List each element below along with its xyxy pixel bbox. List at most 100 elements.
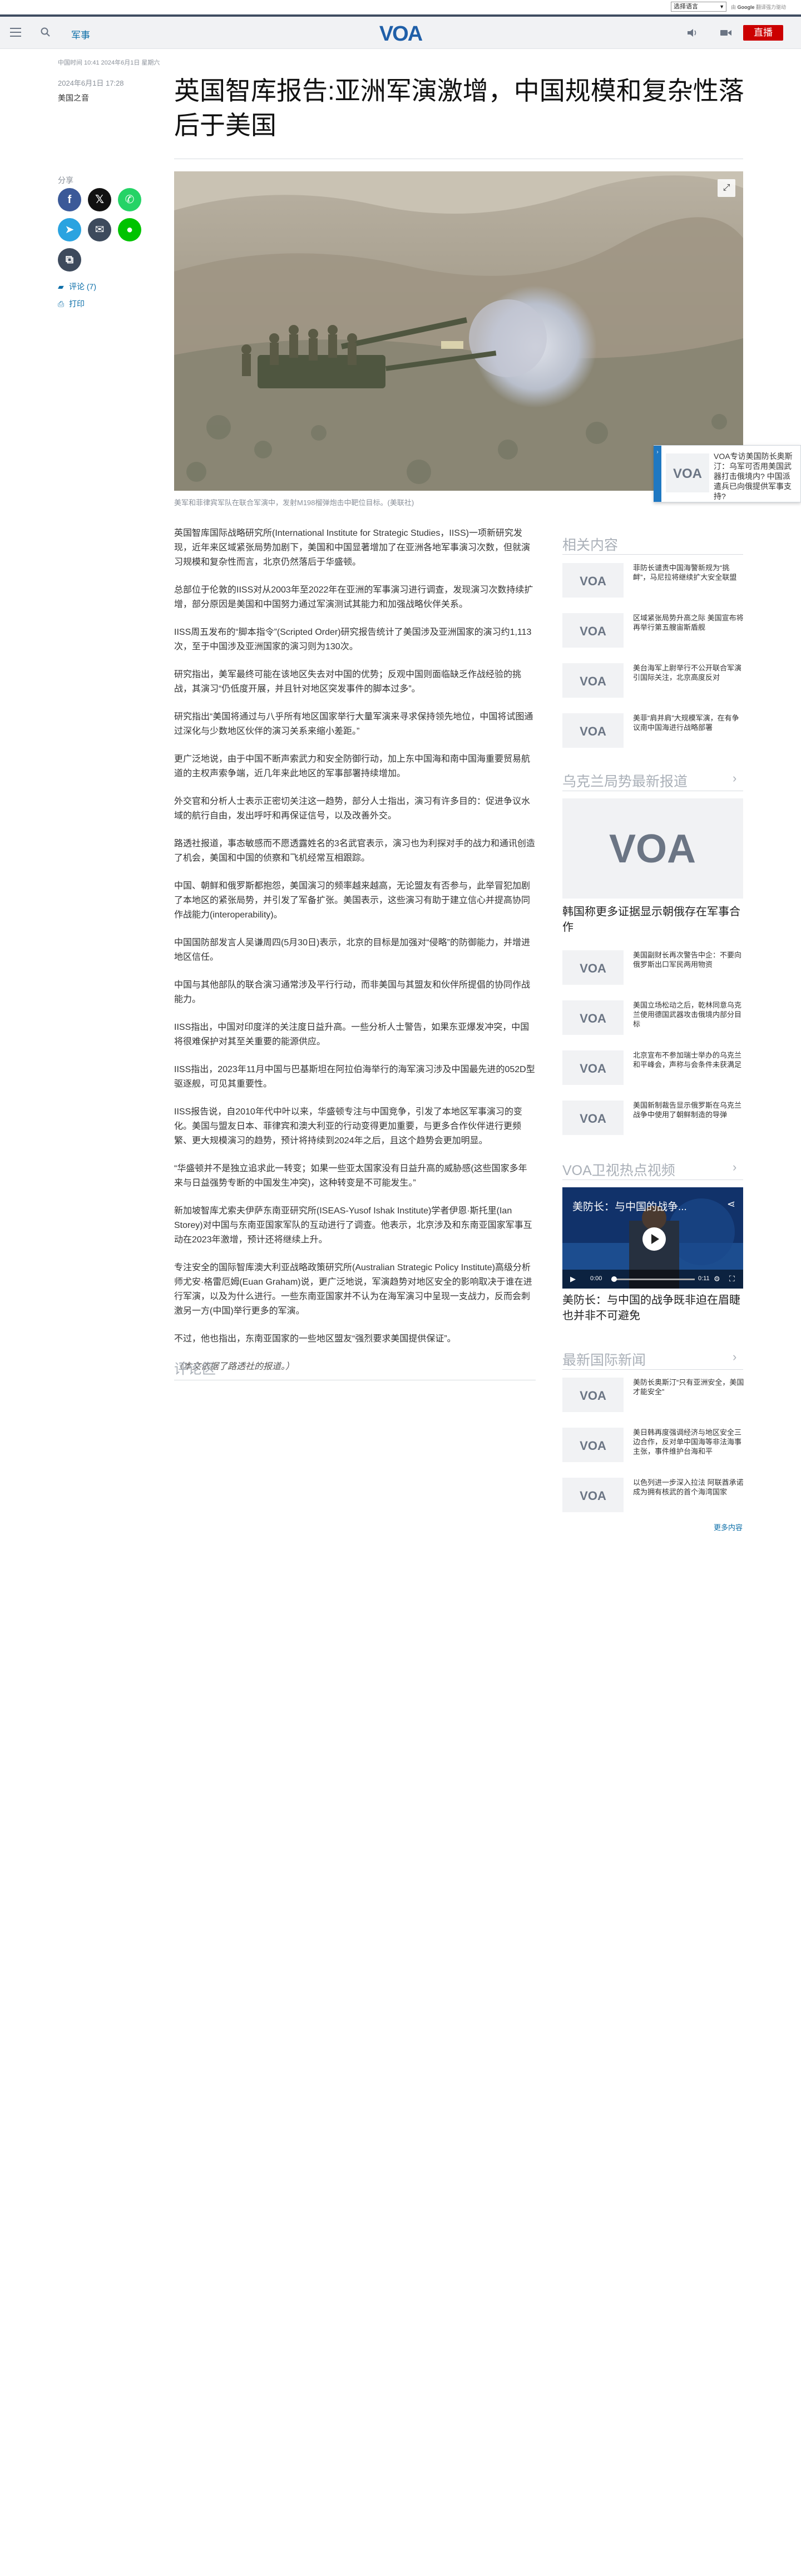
more-link[interactable]: 更多内容 — [714, 1522, 743, 1532]
list-item[interactable]: VOA 北京宣布不参加瑞士举办的乌克兰和平峰会，声称与会条件未获满足 — [562, 1050, 743, 1089]
list-item[interactable]: VOA 美日韩再度强调经济与地区安全三边合作，反对单中国海等非法海事主张，事件维护… — [562, 1428, 743, 1467]
svg-text:VOA: VOA — [580, 674, 606, 688]
line-icon[interactable]: ● — [118, 218, 141, 241]
comment-icon: ▰ — [58, 282, 64, 291]
share-label: 分享 — [58, 176, 73, 185]
list-item[interactable]: VOA 菲防长谴责中国海警新规为“挑衅”，马尼拉将继续扩大安全联盟 — [562, 563, 743, 602]
article-title: 英国智库报告:亚洲军演激增，中国规模和复杂性落后于美国 — [174, 76, 744, 140]
powered-brand[interactable]: Google — [738, 4, 755, 10]
list-item-title: 美国副财长再次警告中企：不要向俄罗斯出口军民两用物资 — [633, 951, 742, 969]
comments-heading: 评论区 — [174, 1361, 216, 1377]
list-item[interactable]: VOA 美国立场松动之后，乾林同意乌克兰使用德国武器攻击俄境内部分目标 — [562, 1000, 743, 1039]
ukraine-heading[interactable]: 乌克兰局势最新报道 — [562, 771, 688, 791]
live-button[interactable]: 直播 — [743, 25, 783, 41]
article-paragraph: 更广泛地说，由于中国不断声索武力和安全防御行动，加上东中国海和南中国海重要贸易航… — [174, 754, 531, 778]
voa-logo[interactable]: VOA — [372, 22, 429, 45]
x-icon[interactable]: 𝕏 — [88, 188, 111, 211]
section-link[interactable]: 军事 — [71, 27, 90, 41]
site-header: 军事 VOA 直播 — [0, 17, 801, 49]
settings-icon[interactable]: ⚙ — [714, 1275, 720, 1284]
thumbnail-logo: VOA — [562, 1378, 624, 1412]
video-time-current: 0:00 — [590, 1275, 602, 1282]
video-progress-slider[interactable] — [611, 1276, 695, 1282]
whatsapp-icon[interactable]: ✆ — [118, 188, 141, 211]
article-paragraph: IISS报告说，自2010年代中叶以来，华盛顿专注与中国竞争，引发了本地区军事演… — [174, 1107, 522, 1146]
print-link[interactable]: ⎙ 打印 — [58, 298, 85, 309]
list-item-title: 区域紧张局势升高之际 美国宣布将再举行第五艘宙斯盾舰 — [633, 614, 744, 631]
audio-icon[interactable] — [686, 28, 699, 38]
thumbnail-logo: VOA — [562, 950, 624, 985]
video-heading[interactable]: VOA卫视热点视频 — [562, 1159, 675, 1180]
article-paragraph: IISS周五发布的“脚本指令”(Scripted Order)研究报告统计了美国… — [174, 628, 532, 652]
comments-link[interactable]: ▰ 评论 (7) — [58, 281, 96, 292]
article-paragraph: IISS指出，中国对印度洋的关注度日益升高。一些分析人士警告，如果东亚爆发冲突，… — [174, 1023, 530, 1047]
video-camera-icon[interactable] — [720, 28, 732, 37]
email-icon[interactable]: ✉ — [88, 218, 111, 241]
expand-icon[interactable]: ⤢ — [718, 179, 735, 197]
video-title[interactable]: 美防长：与中国的战争既非迫在眉睫也并非不可避免 — [562, 1292, 743, 1324]
article-paragraph: 研究指出，美军最终可能在该地区失去对中国的优势；反观中国则面临缺乏作战经验的挑战… — [174, 670, 522, 694]
local-time: 中国时间 10:41 2024年6月1日 星期六 — [58, 60, 160, 66]
video-time-total: 0:11 — [698, 1275, 710, 1282]
divider — [562, 1369, 743, 1370]
list-item-title: 美防长奥斯汀“只有亚洲安全，美国才能安全” — [633, 1378, 744, 1396]
thumbnail-logo: VOA — [562, 1428, 624, 1462]
list-item[interactable]: VOA 美国新制裁告显示俄罗斯在乌克兰战争中使用了朝鲜制造的导弹 — [562, 1101, 743, 1139]
article-paragraph: 不过，他也指出，东南亚国家的一些地区盟友“强烈要求美国提供保证”。 — [174, 1334, 456, 1344]
article-paragraph: 中国、朝鲜和俄罗斯都抱怨，美国演习的频率越来越高，无论盟友有否参与，此举冒犯加剧… — [174, 881, 531, 920]
article-paragraph: 中国国防部发言人吴谦周四(5月30日)表示，北京的目标是加强对“侵略”的防御能力… — [174, 938, 531, 962]
play-icon[interactable] — [642, 1227, 666, 1251]
chevron-right-icon[interactable]: › — [654, 446, 661, 502]
list-item[interactable]: VOA 区域紧张局势升高之际 美国宣布将再举行第五艘宙斯盾舰 — [562, 613, 744, 652]
thumbnail-logo: VOA — [562, 1000, 624, 1035]
article-paragraph: 总部位于伦敦的IISS对从2003年至2022年在亚洲的军事演习进行调查，发现演… — [174, 585, 533, 609]
list-item-title: 美日韩再度强调经济与地区安全三边合作，反对单中国海等非法海事主张，事件维护台海和… — [633, 1428, 742, 1455]
ukraine-top-title[interactable]: 韩国称更多证据显示朝俄存在军事合作 — [562, 904, 743, 935]
floating-video-card[interactable]: › VOA VOA专访美国防长奥斯汀：乌军可否用美国武器打击俄境内? 中国派遣兵… — [654, 445, 801, 502]
svg-text:VOA: VOA — [673, 466, 702, 481]
chevron-right-icon[interactable]: › — [733, 771, 736, 786]
list-item-title: 美台海军上尉举行不公开联合军演引国际关注，北京高度反对 — [633, 664, 742, 682]
copy-link-icon[interactable]: ⧉ — [58, 248, 81, 272]
list-item[interactable]: VOA 美台海军上尉举行不公开联合军演引国际关注，北京高度反对 — [562, 663, 743, 702]
thumbnail-logo: VOA — [562, 1050, 624, 1085]
chevron-right-icon[interactable]: › — [733, 1160, 736, 1175]
hero-image: ⤢ — [174, 171, 743, 491]
video-player[interactable]: 美防长：与中国的战争... ⋖ ▶ 0:00 0:11 ⚙ ⛶ — [562, 1187, 743, 1289]
article-paragraph: IISS指出，2023年11月中国与巴基斯坦在阿拉伯海举行的海军演习涉及中国最先… — [174, 1065, 535, 1089]
thumbnail-logo: VOA — [562, 1478, 624, 1512]
list-item[interactable]: VOA 美防长奥斯汀“只有亚洲安全，美国才能安全” — [562, 1378, 744, 1417]
svg-text:VOA: VOA — [580, 1389, 606, 1403]
language-select[interactable]: 选择语言 ▼ — [671, 2, 726, 12]
chevron-right-icon[interactable]: › — [733, 1350, 736, 1364]
list-item-title: 美国立场松动之后，乾林同意乌克兰使用德国武器攻击俄境内部分目标 — [633, 1001, 742, 1028]
powered-prefix: 由 — [731, 4, 736, 10]
hamburger-menu-icon[interactable] — [10, 28, 21, 37]
article-paragraph: 中国与其他部队的联合演习通常涉及平行行动，而非美国与其盟友和伙伴所提倡的协同作战… — [174, 980, 531, 1004]
thumbnail-logo: VOA — [562, 713, 624, 748]
related-heading: 相关内容 — [562, 537, 619, 553]
list-item[interactable]: VOA 美国副财长再次警告中企：不要向俄罗斯出口军民两用物资 — [562, 950, 743, 989]
intl-heading[interactable]: 最新国际新闻 — [562, 1349, 646, 1369]
list-item[interactable]: VOA 以色列进一步深入拉法 阿联酋承诺成为拥有核武的首个海湾国家 — [562, 1478, 744, 1517]
chevron-down-icon: ▼ — [719, 4, 724, 9]
ukraine-top-thumbnail[interactable]: VOA — [562, 798, 743, 899]
comments-link-label: 评论 (7) — [69, 282, 96, 291]
svg-text:VOA: VOA — [580, 1011, 606, 1025]
svg-text:VOA: VOA — [580, 1489, 606, 1503]
search-icon[interactable] — [40, 27, 51, 38]
telegram-icon[interactable]: ➤ — [58, 218, 81, 241]
thumbnail-logo: VOA — [562, 663, 624, 698]
fullscreen-icon[interactable]: ⛶ — [729, 1274, 735, 1284]
article-paragraph: 外交官和分析人士表示正密切关注这一趋势，部分人士指出，演习有许多目的：促进争议水… — [174, 797, 531, 821]
play-small-icon[interactable]: ▶ — [570, 1275, 576, 1284]
thumbnail-logo: VOA — [562, 613, 624, 648]
float-thumbnail-logo: VOA — [666, 453, 709, 492]
hero-photo-artillery — [174, 171, 743, 491]
list-item[interactable]: VOA 美菲“肩并肩”大规模军演，在有争议南中国海进行战略部署 — [562, 713, 743, 752]
article-paragraph: 新加坡智库尤索夫伊萨东南亚研究所(ISEAS-Yusof Ishak Insti… — [174, 1206, 532, 1245]
svg-text:VOA: VOA — [580, 624, 606, 638]
facebook-icon[interactable]: f — [58, 188, 81, 211]
article-source[interactable]: 美国之音 — [58, 92, 89, 103]
share-icon[interactable]: ⋖ — [727, 1198, 735, 1210]
